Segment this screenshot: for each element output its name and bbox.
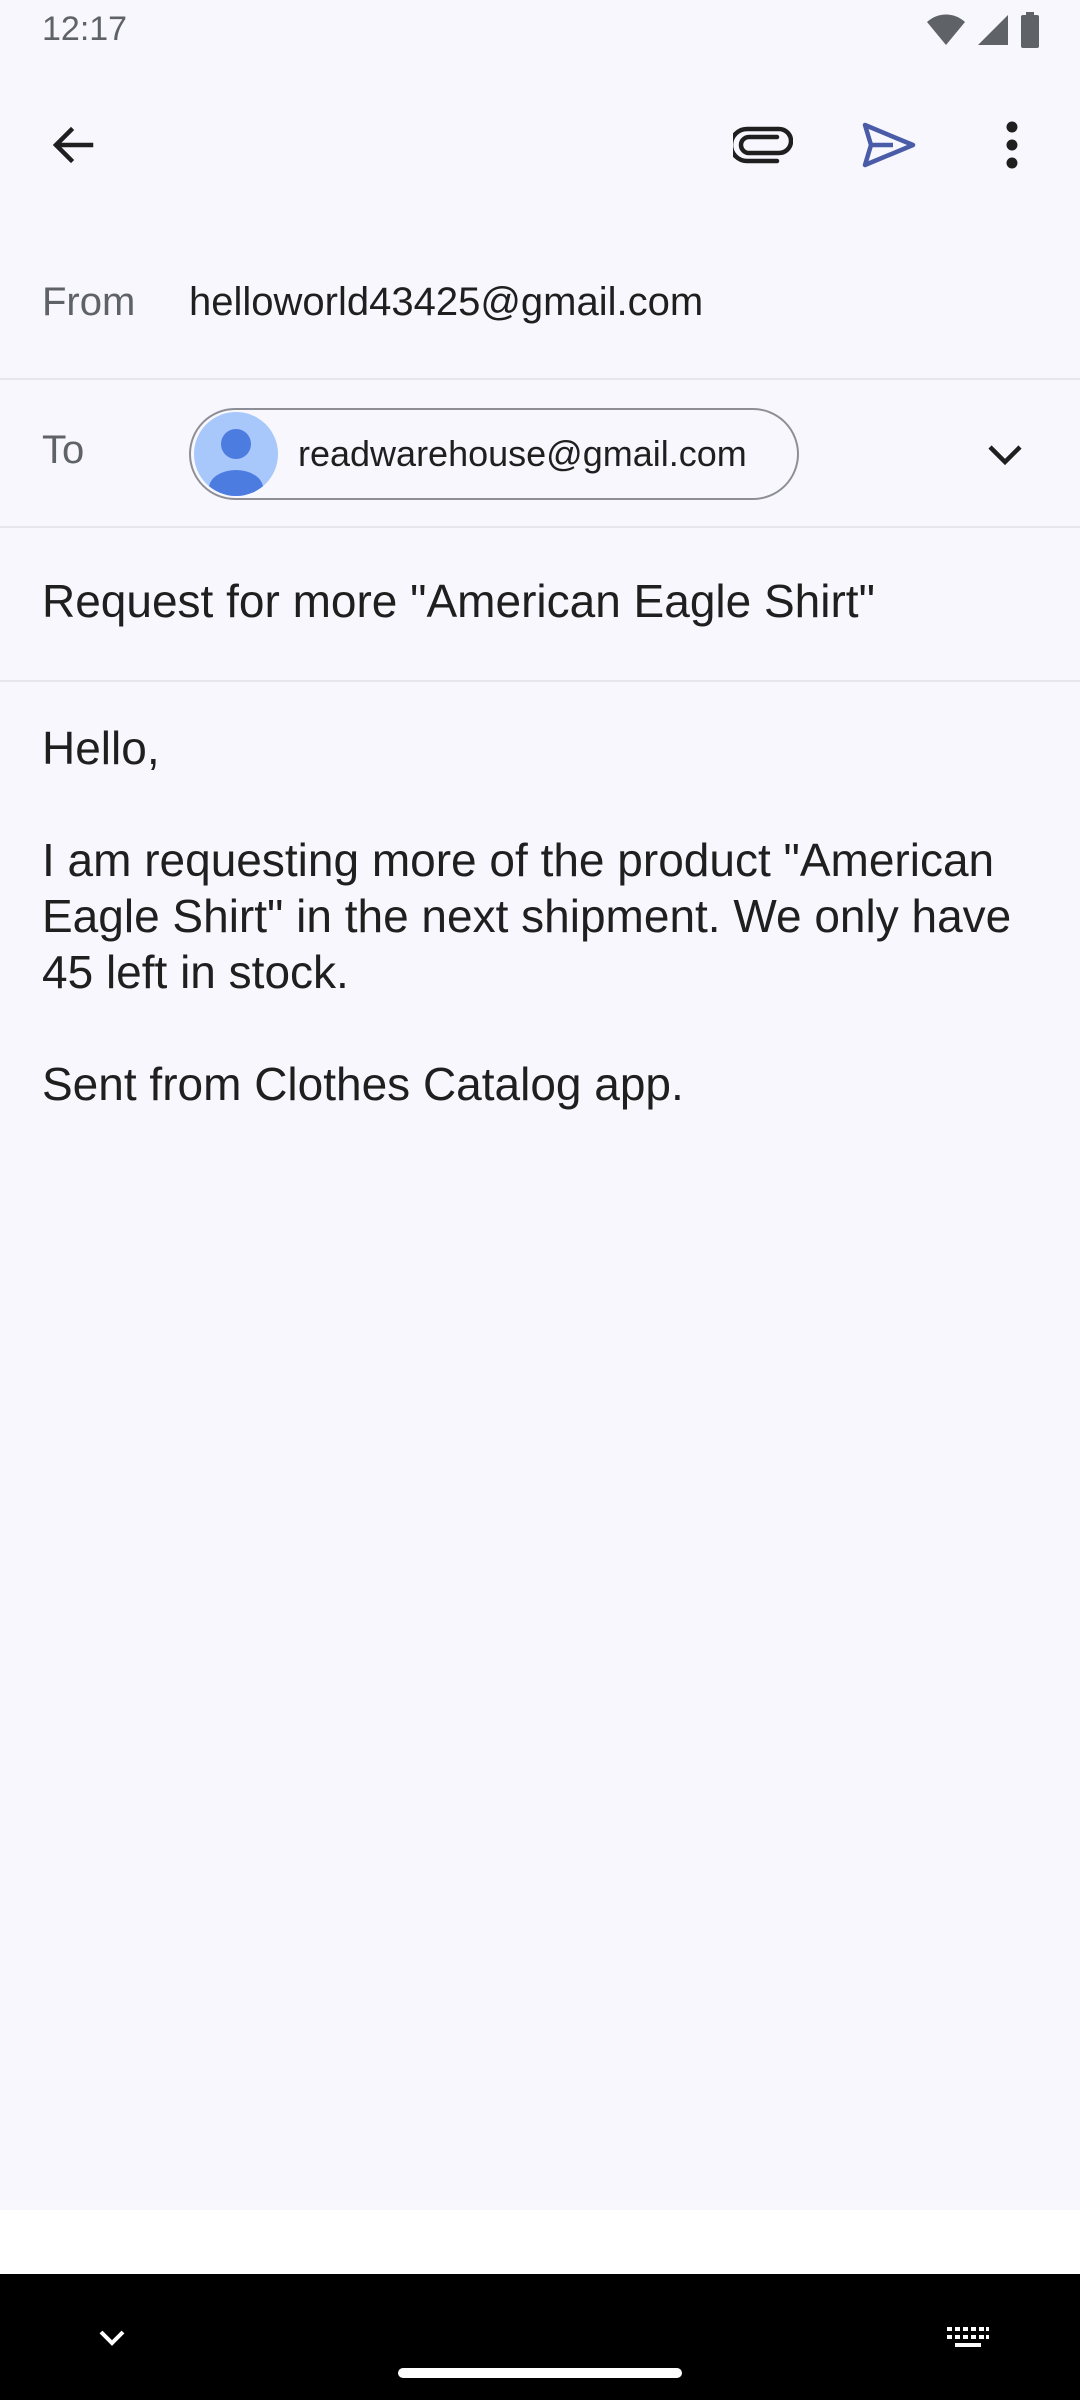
back-button[interactable] — [18, 90, 128, 200]
attach-button[interactable] — [708, 90, 818, 200]
more-vert-icon — [1006, 121, 1018, 169]
recipient-chip[interactable]: readwarehouse@gmail.com — [189, 408, 799, 500]
compose-toolbar — [0, 90, 1080, 200]
chevron-down-icon — [988, 445, 1022, 466]
body-message: I am requesting more of the product "Ame… — [42, 834, 1012, 998]
status-bar: 12:17 — [0, 0, 1080, 60]
status-icons — [926, 12, 1040, 48]
battery-icon — [1021, 12, 1039, 48]
keyboard-icon — [947, 2327, 989, 2347]
to-row: To readwarehouse@gmail.com — [0, 378, 1080, 528]
chevron-down-icon — [99, 2330, 125, 2346]
hide-keyboard-button[interactable] — [84, 2310, 140, 2366]
avatar — [194, 412, 278, 496]
body-signature: Sent from Clothes Catalog app. — [42, 1058, 684, 1110]
status-time: 12:17 — [42, 10, 128, 48]
keyboard-top-strip — [0, 2210, 1080, 2274]
from-row: From helloworld43425@gmail.com — [0, 230, 1080, 380]
more-options-button[interactable] — [957, 90, 1067, 200]
person-icon — [209, 429, 263, 496]
subject-row: Request for more "American Eagle Shirt" — [0, 526, 1080, 682]
arrow-back-icon — [52, 126, 94, 164]
paperclip-icon — [733, 126, 793, 164]
home-handle[interactable] — [398, 2368, 682, 2378]
signal-icon — [978, 15, 1008, 45]
navigation-bar — [0, 2274, 1080, 2400]
expand-recipients-button[interactable] — [970, 420, 1040, 490]
recipient-email: readwarehouse@gmail.com — [298, 433, 747, 474]
body-greeting: Hello, — [42, 722, 160, 774]
send-icon — [862, 122, 916, 168]
keyboard-switch-button[interactable] — [940, 2310, 996, 2366]
to-label: To — [42, 428, 85, 472]
subject-field[interactable]: Request for more "American Eagle Shirt" — [42, 574, 875, 628]
send-button[interactable] — [834, 90, 944, 200]
from-label: From — [42, 280, 136, 324]
message-body[interactable]: Hello, I am requesting more of the produ… — [42, 720, 1042, 1168]
from-account[interactable]: helloworld43425@gmail.com — [189, 280, 703, 325]
wifi-icon — [927, 14, 965, 45]
